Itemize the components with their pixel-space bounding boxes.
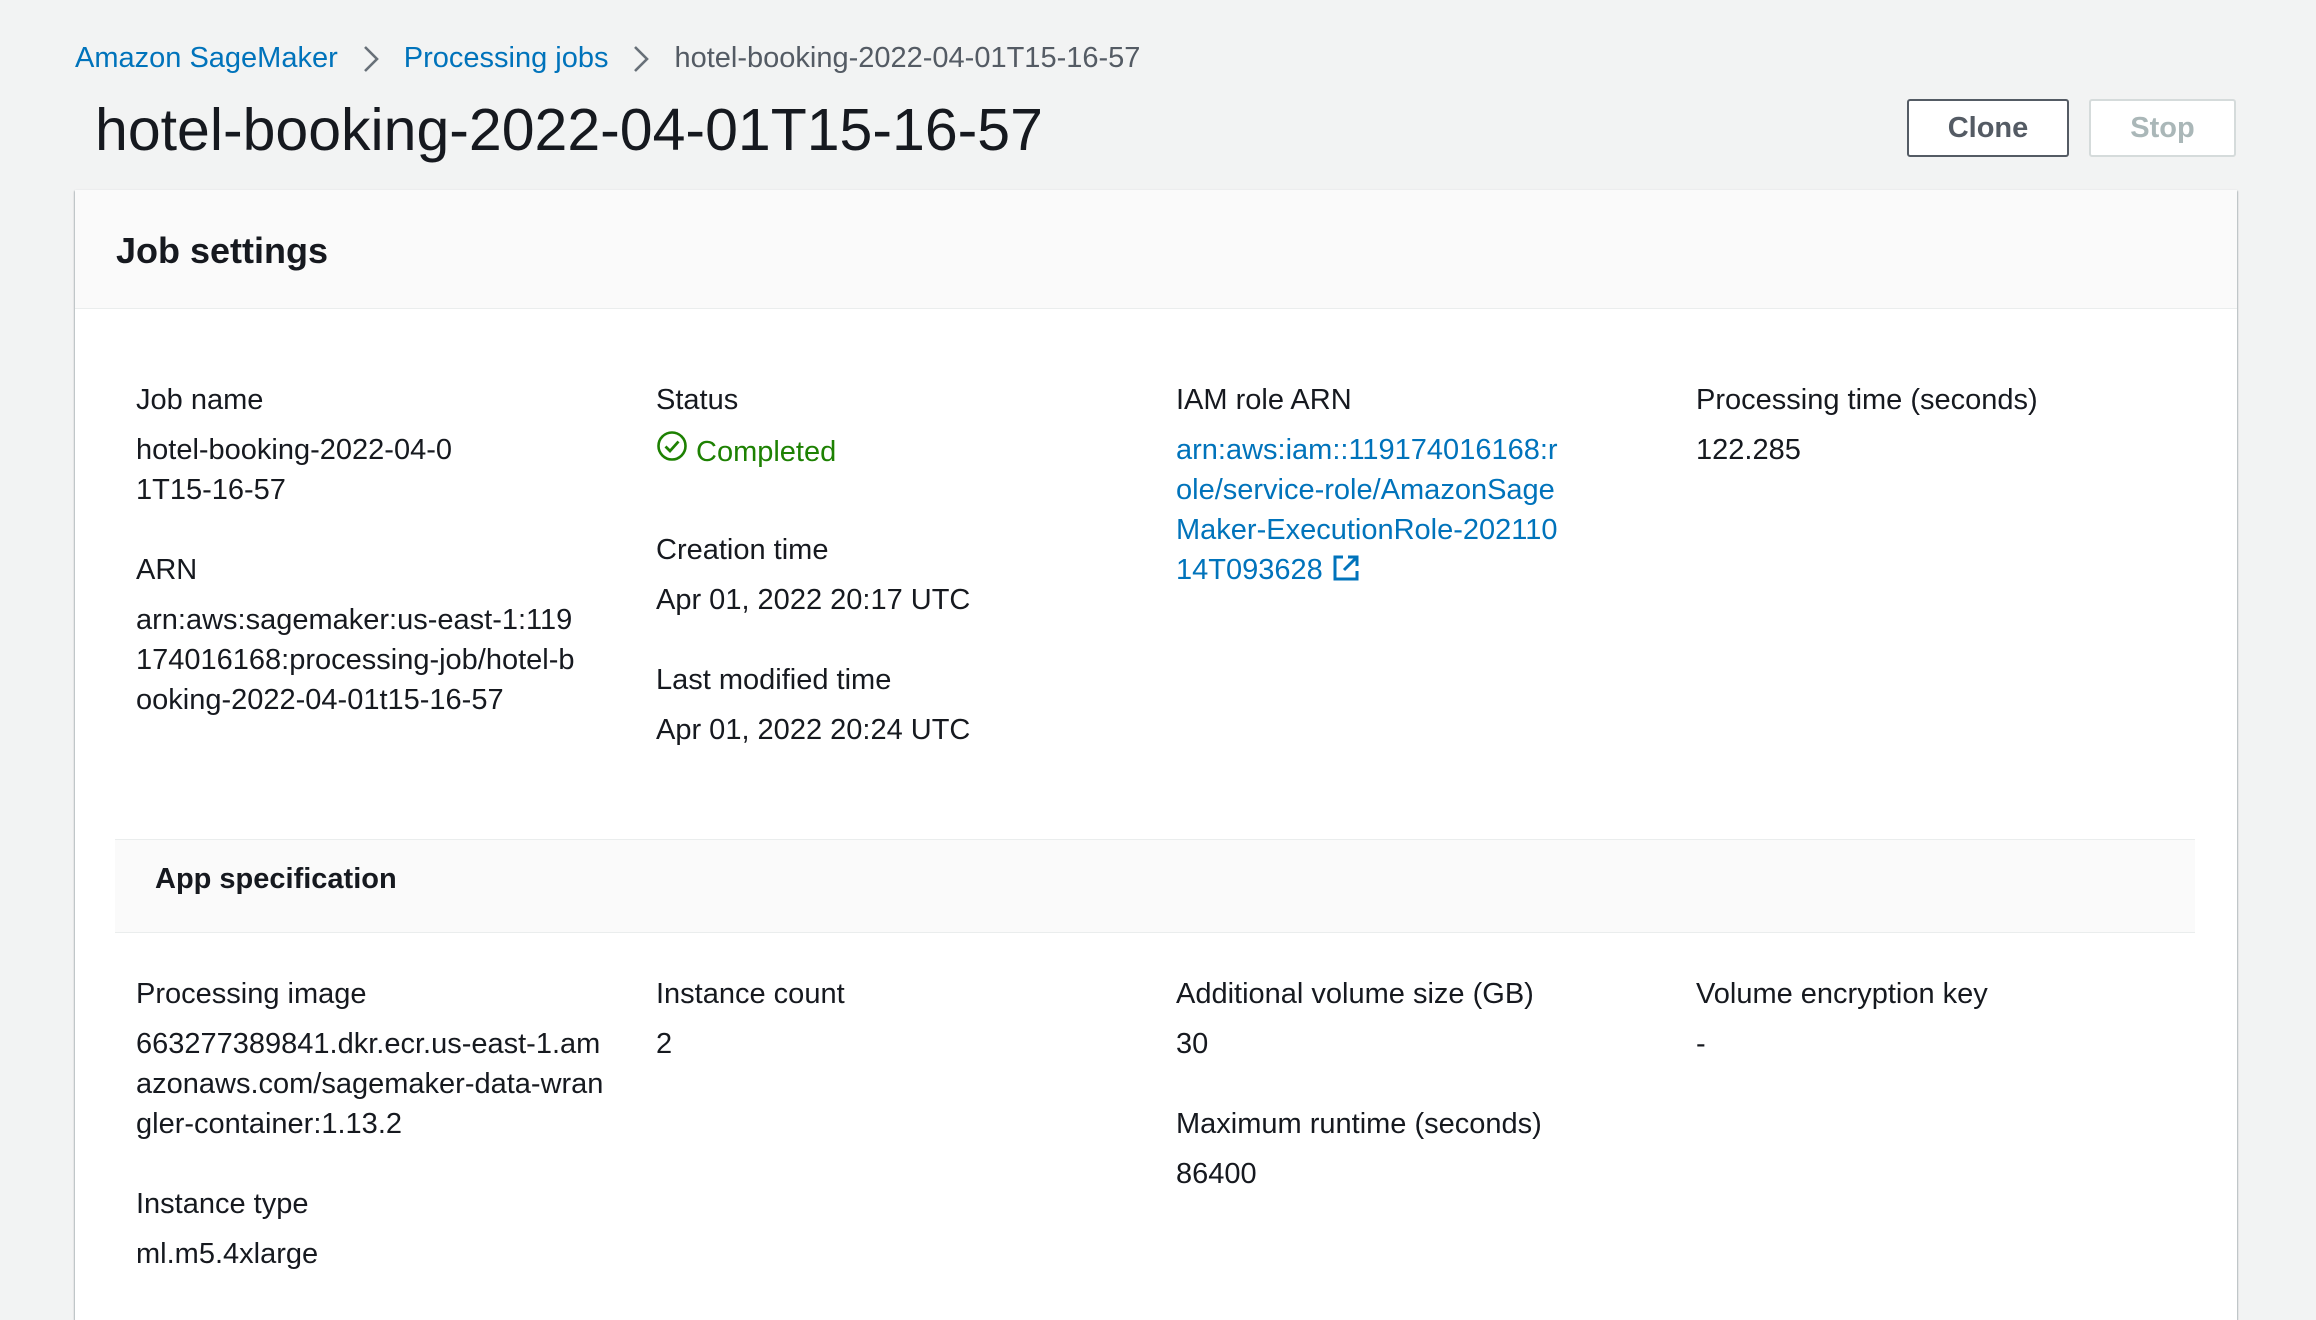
clone-button[interactable]: Clone: [1907, 99, 2069, 157]
creation-time-field: Creation time Apr 01, 2022 20:17 UTC: [656, 530, 1126, 620]
external-link-icon: [1331, 553, 1361, 594]
status-field: Status Completed: [656, 380, 1126, 473]
volume-encryption-key-value: -: [1696, 1028, 1706, 1060]
arn-field: ARN arn:aws:sagemaker:us-east-1:11917401…: [136, 550, 606, 720]
arn-value: arn:aws:sagemaker:us-east-1:119174016168…: [136, 604, 575, 716]
processing-time-field: Processing time (seconds) 122.285: [1696, 380, 2166, 470]
breadcrumb-current: hotel-booking-2022-04-01T15-16-57: [674, 42, 1141, 74]
app-specification-title: App specification: [155, 863, 397, 895]
additional-volume-size-value: 30: [1176, 1028, 1209, 1060]
instance-type-field: Instance type ml.m5.4xlarge: [136, 1184, 606, 1274]
last-modified-time-field: Last modified time Apr 01, 2022 20:24 UT…: [656, 660, 1126, 750]
volume-encryption-key-label: Volume encryption key: [1696, 978, 1988, 1010]
instance-type-label: Instance type: [136, 1188, 309, 1220]
breadcrumb-link-processing-jobs[interactable]: Processing jobs: [404, 42, 609, 75]
app-specification-header: App specification: [115, 839, 2195, 933]
instance-type-value: ml.m5.4xlarge: [136, 1238, 319, 1270]
processing-image-value: 663277389841.dkr.ecr.us-east-1.amazonaws…: [136, 1028, 604, 1140]
processing-image-field: Processing image 663277389841.dkr.ecr.us…: [136, 974, 606, 1144]
check-circle-icon: [656, 430, 696, 473]
breadcrumb-link-sagemaker[interactable]: Amazon SageMaker: [75, 42, 338, 75]
creation-time-value: Apr 01, 2022 20:17 UTC: [656, 584, 971, 616]
additional-volume-size-label: Additional volume size (GB): [1176, 978, 1534, 1010]
job-settings-panel: Job settings Job name hotel-booking-2022…: [75, 190, 2237, 1320]
instance-count-label: Instance count: [656, 978, 845, 1010]
job-settings-header: Job settings: [75, 190, 2237, 309]
status-label: Status: [656, 384, 739, 416]
additional-volume-size-field: Additional volume size (GB) 30: [1176, 974, 1646, 1064]
page-title: hotel-booking-2022-04-01T15-16-57: [95, 97, 1043, 163]
job-name-field: Job name hotel-booking-2022-04-01T15-16-…: [136, 380, 606, 510]
stop-button[interactable]: Stop: [2089, 99, 2236, 157]
maximum-runtime-value: 86400: [1176, 1158, 1257, 1190]
processing-time-value: 122.285: [1696, 434, 1801, 466]
processing-time-label: Processing time (seconds): [1696, 384, 2038, 416]
instance-count-value: 2: [656, 1028, 673, 1060]
breadcrumb: Amazon SageMaker Processing jobs hotel-b…: [75, 42, 1140, 75]
iam-role-arn-value[interactable]: arn:aws:iam::119174016168:role/service-r…: [1176, 434, 1558, 586]
processing-image-label: Processing image: [136, 978, 367, 1010]
creation-time-label: Creation time: [656, 534, 829, 566]
instance-count-field: Instance count 2: [656, 974, 1126, 1064]
maximum-runtime-label: Maximum runtime (seconds): [1176, 1108, 1542, 1140]
volume-encryption-key-field: Volume encryption key -: [1696, 974, 2166, 1064]
iam-role-arn-link[interactable]: arn:aws:iam::119174016168:role/service-r…: [1176, 430, 1566, 594]
job-settings-title: Job settings: [116, 230, 329, 271]
iam-role-arn-label: IAM role ARN: [1176, 384, 1352, 416]
job-name-value: hotel-booking-2022-04-01T15-16-57: [136, 434, 452, 506]
last-modified-time-value: Apr 01, 2022 20:24 UTC: [656, 714, 971, 746]
chevron-right-icon: [362, 44, 380, 74]
arn-label: ARN: [136, 554, 198, 586]
last-modified-time-label: Last modified time: [656, 664, 892, 696]
job-name-label: Job name: [136, 384, 264, 416]
iam-role-arn-field: IAM role ARN arn:aws:iam::119174016168:r…: [1176, 380, 1646, 594]
maximum-runtime-field: Maximum runtime (seconds) 86400: [1176, 1104, 1646, 1194]
status-text: Completed: [696, 435, 837, 468]
status-value: Completed: [656, 430, 1126, 473]
chevron-right-icon: [632, 44, 650, 74]
